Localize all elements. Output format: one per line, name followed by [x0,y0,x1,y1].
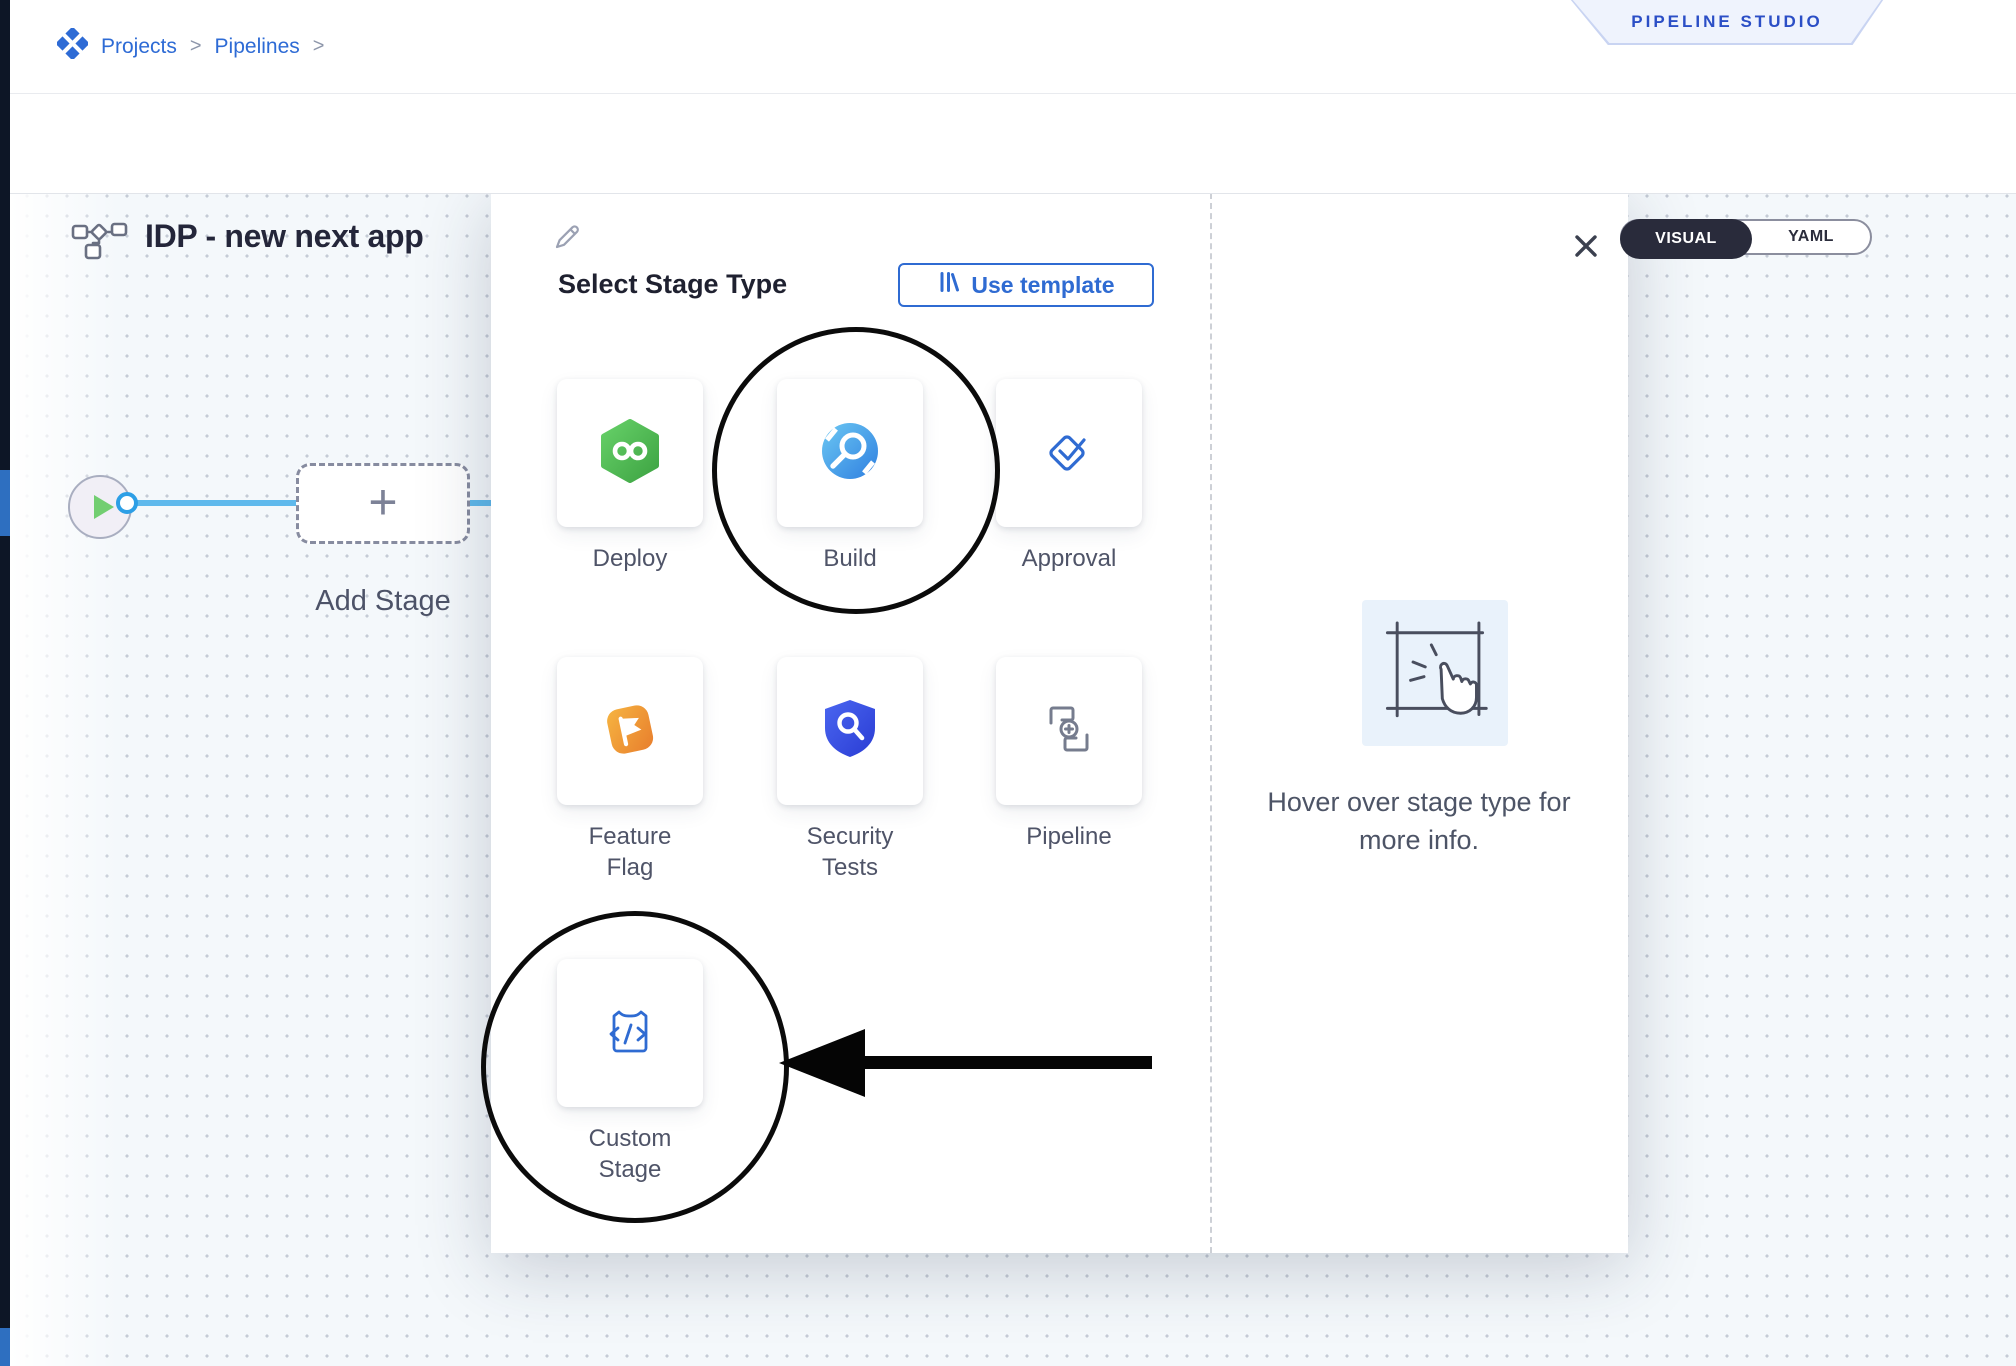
title-row: IDP - new next app VISUAL YAML [10,93,2016,193]
stage-card-security-tests[interactable] [777,657,923,805]
stage-card-feature-flag[interactable] [557,657,703,805]
custom-stage-code-icon [598,999,662,1068]
connector-line [137,500,296,506]
harness-projects-logo-icon [57,28,88,65]
pipeline-nodes-icon [1037,697,1101,766]
stage-label-deploy: Deploy [574,543,686,574]
stage-card-approval[interactable] [996,379,1142,527]
add-stage-label: Add Stage [266,585,500,618]
select-stage-type-panel: Select Stage Type Use template Deploy [491,193,1628,1253]
side-nav-bottom-indicator [0,1328,10,1366]
connector-port [116,492,138,514]
panel-separator [1210,193,1212,1253]
hover-info-illustration [1362,600,1508,746]
close-icon[interactable] [1569,229,1603,263]
stage-label-security-tests: Security Tests [794,821,906,883]
template-library-icon [937,270,960,300]
play-icon [94,495,114,519]
stage-label-build: Build [794,543,906,574]
toggle-visual[interactable]: VISUAL [1620,219,1752,259]
stage-card-deploy[interactable] [557,379,703,527]
stage-card-custom-stage[interactable] [557,959,703,1107]
breadcrumb-separator: > [190,35,202,58]
breadcrumb-row: Projects > Pipelines > PIPELINE STUDIO [10,0,2016,94]
stage-label-feature-flag: Feature Flag [574,821,686,883]
stage-label-approval: Approval [1013,543,1125,574]
plus-icon: + [368,477,397,527]
stage-label-custom-stage: Custom Stage [574,1123,686,1185]
page-header: Projects > Pipelines > PIPELINE STUDIO [10,0,2016,194]
side-nav-active-indicator [0,470,10,536]
stage-card-pipeline[interactable] [996,657,1142,805]
add-stage-button[interactable]: + [296,463,470,544]
breadcrumb-link-projects[interactable]: Projects [101,35,177,59]
breadcrumb-separator: > [313,35,325,58]
stage-label-pipeline: Pipeline [1013,821,1125,852]
stage-card-build[interactable] [777,379,923,527]
toggle-yaml[interactable]: YAML [1752,221,1870,253]
use-template-label: Use template [971,272,1114,299]
pipeline-studio-banner-label: PIPELINE STUDIO [1631,12,1822,32]
panel-title: Select Stage Type [558,269,787,300]
edit-title-pencil-icon[interactable] [551,221,583,258]
canvas-left-fade [10,193,120,1366]
hover-info-hint: Hover over stage type for more info. [1249,783,1589,859]
build-ci-magnifier-icon [819,420,881,487]
visual-yaml-toggle: VISUAL YAML [1620,219,1872,255]
feature-flag-icon [597,696,663,767]
pipeline-studio-banner: PIPELINE STUDIO [1566,0,1888,45]
page-title: IDP - new next app [145,186,424,286]
deploy-hexagon-infinity-icon [598,419,662,488]
breadcrumb: Projects > Pipelines > [57,0,324,93]
pipeline-graph-icon [70,217,128,266]
connector-line [470,500,491,506]
approval-check-stamp-icon [1037,419,1101,488]
breadcrumb-link-pipelines[interactable]: Pipelines [215,35,300,59]
use-template-button[interactable]: Use template [898,263,1154,307]
security-shield-magnifier-icon [820,697,880,766]
collapsed-side-nav[interactable] [0,0,10,1366]
